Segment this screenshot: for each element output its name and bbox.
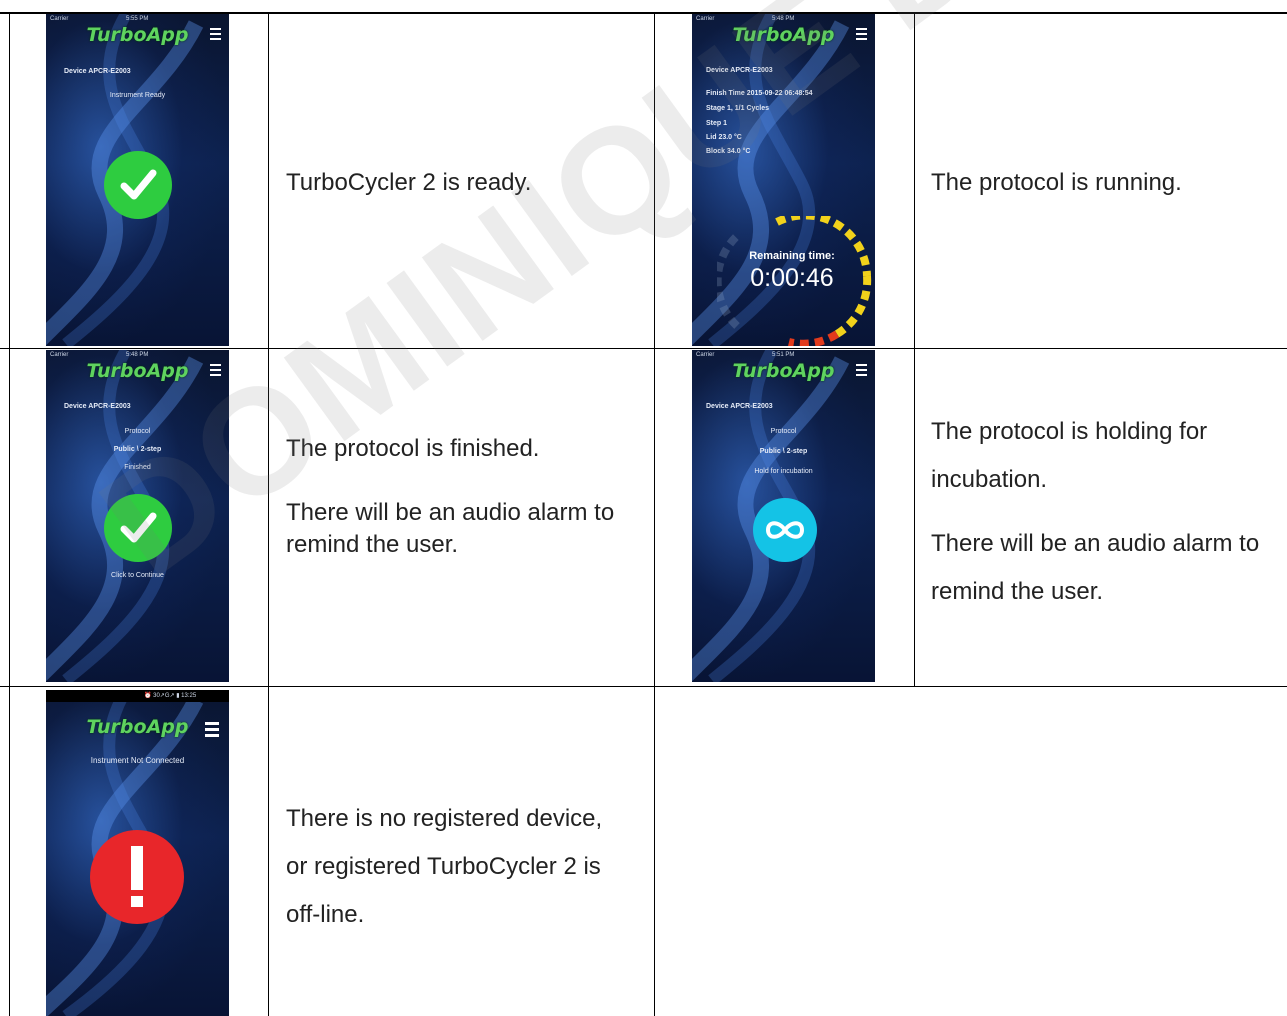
description-text: The protocol is finished. xyxy=(286,435,540,462)
table-border-col3 xyxy=(914,12,915,687)
status-time: 5:48 PM xyxy=(126,352,149,358)
empty-cell xyxy=(655,687,1287,1016)
click-to-continue[interactable]: Click to Continue xyxy=(46,572,229,579)
status-time: 5:55 PM xyxy=(126,16,149,22)
description-alarm-text: There will be an audio alarm to remind t… xyxy=(286,499,615,558)
screenshot-hold: Carrier 5:51 PM TurboApp Device APCR-E20… xyxy=(692,350,875,682)
connection-status: Instrument Not Connected xyxy=(90,756,185,765)
status-time: ⏰ 30↗G↗ ▮ 13:25 xyxy=(144,693,197,699)
screenshot-running: Carrier 5:48 PM TurboApp Device APCR-E20… xyxy=(692,14,875,346)
offline-alert-badge xyxy=(90,830,184,924)
block-temp: Block 34.0 °C xyxy=(706,148,751,155)
table-border-col1 xyxy=(268,12,269,1016)
stage-info: Stage 1, 1/1 Cycles xyxy=(706,105,770,112)
app-title: TurboApp xyxy=(86,716,189,738)
finish-time: Finish Time 2015-09-22 06:48:54 xyxy=(706,90,813,97)
step-info: Step 1 xyxy=(706,120,728,127)
description-alarm-text: There will be an audio alarm to remind t… xyxy=(931,530,1260,605)
hamburger-menu-icon[interactable] xyxy=(210,28,221,43)
app-title: TurboApp xyxy=(732,360,835,382)
table-border-row1 xyxy=(0,348,1287,349)
device-label: Device APCR-E2003 xyxy=(64,403,131,410)
exclamation-icon xyxy=(131,846,143,907)
protocol-label: Protocol xyxy=(770,428,797,435)
screenshot-ready: Carrier 5:55 PM TurboApp Device APCR-E20… xyxy=(46,14,229,346)
remaining-time-label: Remaining time: xyxy=(749,250,835,262)
description-offline: There is no registered device, or regist… xyxy=(286,795,616,939)
description-text: The protocol is holding for incubation. xyxy=(931,418,1208,493)
status-table: Carrier 5:55 PM TurboApp Device APCR-E20… xyxy=(0,0,1287,1016)
device-label: Device APCR-E2003 xyxy=(706,67,773,74)
protocol-name: Public \ 2-step xyxy=(113,446,162,453)
description-text: TurboCycler 2 is ready. xyxy=(286,169,532,196)
device-label: Device APCR-E2003 xyxy=(706,403,773,410)
app-title: TurboApp xyxy=(86,360,189,382)
lid-temp: Lid 23.0 °C xyxy=(706,134,742,141)
status-bar: ⏰ 30↗G↗ ▮ 13:25 xyxy=(46,690,229,702)
status-time: 5:48 PM xyxy=(772,16,795,22)
description-hold: The protocol is holding for incubation. … xyxy=(931,408,1281,616)
hamburger-menu-icon[interactable] xyxy=(856,364,867,379)
table-border-left xyxy=(9,12,10,1016)
protocol-status: Finished xyxy=(124,464,151,471)
screenshot-offline: ⏰ 30↗G↗ ▮ 13:25 TurboApp Instrument Not … xyxy=(46,690,229,1016)
ready-check-badge xyxy=(104,151,172,219)
hold-badge xyxy=(753,498,817,562)
app-title: TurboApp xyxy=(732,24,835,46)
description-finished: The protocol is finished. There will be … xyxy=(286,433,646,561)
hamburger-menu-icon[interactable] xyxy=(205,722,219,740)
protocol-name: Public \ 2-step xyxy=(759,448,808,455)
infinity-icon xyxy=(765,521,805,539)
device-label: Device APCR-E2003 xyxy=(64,68,131,75)
status-carrier: Carrier xyxy=(696,16,715,22)
status-carrier: Carrier xyxy=(50,352,69,358)
status-carrier: Carrier xyxy=(50,16,69,22)
description-ready: TurboCycler 2 is ready. xyxy=(286,167,646,199)
hamburger-menu-icon[interactable] xyxy=(856,28,867,43)
check-icon xyxy=(120,169,157,200)
check-icon xyxy=(120,512,157,543)
description-text: The protocol is running. xyxy=(931,169,1182,196)
app-title: TurboApp xyxy=(86,24,189,46)
protocol-status: Hold for incubation xyxy=(754,468,813,475)
finished-check-badge[interactable] xyxy=(104,494,172,562)
status-time: 5:51 PM xyxy=(772,352,795,358)
instrument-status: Instrument Ready xyxy=(109,92,166,99)
hamburger-menu-icon[interactable] xyxy=(210,364,221,379)
status-carrier: Carrier xyxy=(696,352,715,358)
description-text: There is no registered device, or regist… xyxy=(286,805,603,928)
protocol-label: Protocol xyxy=(124,428,151,435)
screenshot-finished: Carrier 5:48 PM TurboApp Device APCR-E20… xyxy=(46,350,229,682)
remaining-time-value: 0:00:46 xyxy=(750,264,834,292)
description-running: The protocol is running. xyxy=(931,167,1281,199)
